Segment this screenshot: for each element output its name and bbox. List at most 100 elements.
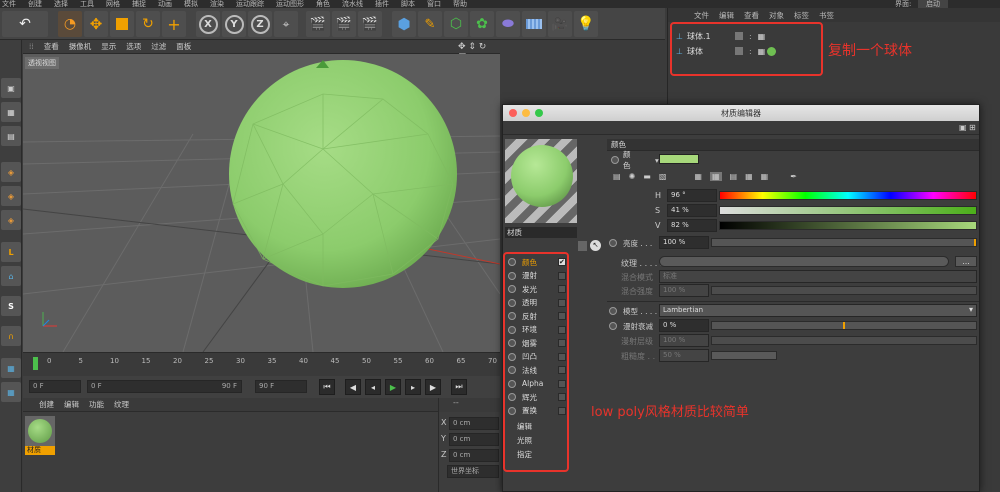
- main-menu-item[interactable]: 网格: [106, 0, 120, 8]
- h-slider[interactable]: [719, 191, 977, 200]
- color-image-icon[interactable]: ▬: [643, 172, 651, 181]
- prev-frame-button[interactable]: ◂: [365, 379, 381, 395]
- main-menu-item[interactable]: 窗口: [427, 0, 441, 8]
- next-key-button[interactable]: ▶: [425, 379, 441, 395]
- render-settings-button[interactable]: 🎬: [358, 11, 382, 37]
- roughness-field[interactable]: 50 %: [659, 349, 709, 362]
- main-menu-item[interactable]: 文件: [2, 0, 16, 8]
- main-menu-item[interactable]: 插件: [375, 0, 389, 8]
- close-window-icon[interactable]: [509, 109, 517, 117]
- texture-field[interactable]: [659, 256, 949, 267]
- main-menu-item[interactable]: 创建: [28, 0, 42, 8]
- subdivision-button[interactable]: ⬡: [444, 11, 468, 37]
- brightness-field[interactable]: 100 %: [659, 236, 709, 249]
- blend-mode-select[interactable]: 标准: [659, 270, 977, 283]
- om-menu-view[interactable]: 查看: [744, 10, 759, 21]
- color-swatch[interactable]: [659, 154, 699, 164]
- texture-mode-button[interactable]: ▦: [1, 102, 21, 122]
- color-anim-radio[interactable]: [611, 156, 619, 164]
- start-frame-field[interactable]: 0 F: [29, 380, 81, 393]
- mm-menu-create[interactable]: 创建: [39, 399, 54, 410]
- tweak-mode-button[interactable]: ⌂: [1, 266, 21, 286]
- frame-range-field[interactable]: 0 F 90 F: [87, 380, 242, 393]
- live-select-button[interactable]: ◔: [58, 11, 82, 37]
- brightness-slider[interactable]: [711, 238, 977, 247]
- coord-z-field[interactable]: 0 cm: [449, 449, 499, 462]
- cube-button[interactable]: ⬢: [392, 11, 416, 37]
- main-menu-item[interactable]: 脚本: [401, 0, 415, 8]
- play-button[interactable]: ▶: [385, 379, 401, 395]
- main-menu-item[interactable]: 运动跟踪: [236, 0, 264, 8]
- viewport-menu-filter[interactable]: 过滤: [151, 41, 166, 52]
- viewport-menu-camera[interactable]: 摄像机: [69, 41, 92, 52]
- v-value-field[interactable]: 82 %: [667, 219, 717, 232]
- main-menu-item[interactable]: 捕捉: [132, 0, 146, 8]
- coord-world-select[interactable]: 世界坐标: [447, 465, 499, 478]
- mm-menu-texture[interactable]: 纹理: [114, 399, 129, 410]
- lock-workplane-button[interactable]: ▦: [1, 358, 21, 378]
- cloner-button[interactable]: ✿: [470, 11, 494, 37]
- zoom-window-icon[interactable]: [535, 109, 543, 117]
- h-value-field[interactable]: 96 °: [667, 189, 717, 202]
- rgb-mode-icon[interactable]: ▦: [694, 172, 702, 181]
- om-menu-edit[interactable]: 编辑: [719, 10, 734, 21]
- color-wheel-icon[interactable]: ✺: [629, 172, 636, 181]
- main-menu-item[interactable]: 帮助: [453, 0, 467, 8]
- swatch-add-icon[interactable]: ▦: [761, 172, 769, 181]
- model-mode-button[interactable]: ▣: [1, 78, 21, 98]
- preview-options-icon[interactable]: [578, 241, 587, 251]
- mm-menu-edit[interactable]: 编辑: [64, 399, 79, 410]
- render-picture-viewer-button[interactable]: 🎬: [332, 11, 356, 37]
- main-menu-item[interactable]: 工具: [80, 0, 94, 8]
- edges-mode-button[interactable]: ◈: [1, 186, 21, 206]
- main-menu-item[interactable]: 流水线: [342, 0, 363, 8]
- blend-strength-field[interactable]: 100 %: [659, 284, 709, 297]
- prev-key-button[interactable]: ◀: [345, 379, 361, 395]
- pick-arrow-icon[interactable]: ↖: [590, 240, 601, 251]
- new-window-icon[interactable]: ⊞: [969, 123, 976, 132]
- material-preview[interactable]: [505, 139, 577, 223]
- scale-tool-button[interactable]: [110, 11, 134, 37]
- pen-button[interactable]: ✎: [418, 11, 442, 37]
- add-tool-button[interactable]: +: [162, 11, 186, 37]
- material-name-field[interactable]: 材质: [505, 227, 577, 238]
- s-slider[interactable]: [719, 206, 977, 215]
- diffuse-falloff-slider[interactable]: [711, 321, 977, 330]
- material-thumbnail[interactable]: 材质: [25, 416, 55, 458]
- coord-x-field[interactable]: 0 cm: [449, 417, 499, 430]
- texture-browse-button[interactable]: ...: [955, 256, 977, 267]
- main-menu-item[interactable]: 动画: [158, 0, 172, 8]
- main-menu-item[interactable]: 角色: [316, 0, 330, 8]
- end-frame-field[interactable]: 90 F: [255, 380, 307, 393]
- snap-button[interactable]: S: [1, 296, 21, 316]
- layout-select[interactable]: 启动: [918, 0, 948, 8]
- deformer-button[interactable]: ⬬: [496, 11, 520, 37]
- workplane-button[interactable]: ▤: [1, 126, 21, 146]
- eyedropper-icon[interactable]: ✒: [790, 172, 797, 181]
- axis-z-button[interactable]: Z: [248, 11, 272, 37]
- viewport-menu-display[interactable]: 显示: [101, 41, 116, 52]
- perspective-viewport[interactable]: ⁞⁞ 查看 摄像机 显示 选项 过滤 面板 ✥ ⇕ ↻ ▢: [23, 40, 500, 352]
- main-menu-item[interactable]: 模拟: [184, 0, 198, 8]
- color-spectrum-icon[interactable]: ▤: [613, 172, 621, 181]
- s-value-field[interactable]: 41 %: [667, 204, 717, 217]
- om-menu-tag[interactable]: 标签: [794, 10, 809, 21]
- axis-y-button[interactable]: Y: [222, 11, 246, 37]
- lock-icon[interactable]: ▣: [959, 123, 967, 132]
- v-slider[interactable]: [719, 221, 977, 230]
- swatches-icon[interactable]: ▦: [745, 172, 753, 181]
- mm-menu-function[interactable]: 功能: [89, 399, 104, 410]
- planar-workplane-button[interactable]: ▦: [1, 382, 21, 402]
- diffuse-level-field[interactable]: 100 %: [659, 334, 709, 347]
- model-select[interactable]: Lambertian: [659, 304, 977, 317]
- axis-mode-button[interactable]: L: [1, 242, 21, 262]
- viewport-menu-panel[interactable]: 面板: [176, 41, 191, 52]
- kelvin-mode-icon[interactable]: ▤: [730, 172, 738, 181]
- goto-end-button[interactable]: ⏭: [451, 379, 467, 395]
- next-frame-button[interactable]: ▸: [405, 379, 421, 395]
- brightness-anim-radio[interactable]: [609, 239, 617, 247]
- timeline-ruler[interactable]: 0 5 10 15 20 25 30 35 40 45 50 55 60 65 70: [23, 352, 500, 376]
- viewport-menu-view[interactable]: 查看: [44, 41, 59, 52]
- main-menu-item[interactable]: 渲染: [210, 0, 224, 8]
- blend-strength-slider[interactable]: [711, 286, 977, 295]
